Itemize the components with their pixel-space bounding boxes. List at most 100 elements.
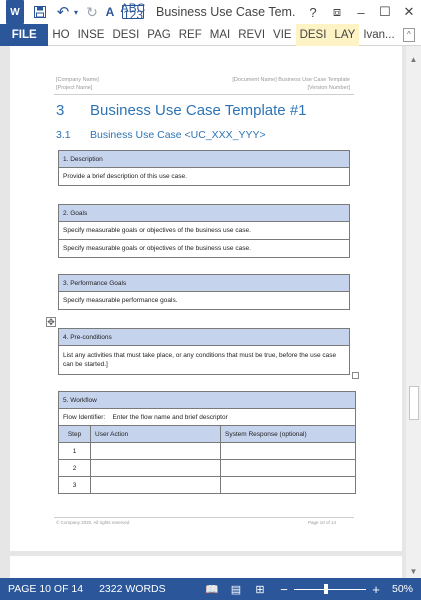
vertical-scrollbar[interactable]: ▲ ▼ [406,46,421,578]
goals-header: 2. Goals [58,204,350,222]
workflow-header: 5. Workflow [58,391,356,409]
description-table: 1. Description Provide a brief descripti… [58,150,350,186]
user-action-cell[interactable] [90,442,221,460]
title-bar: W ↶ ▾ ↻ A ABC 123 Business Use Case Tem.… [0,0,421,24]
undo-icon[interactable]: ↶ [54,0,72,24]
tab-references[interactable]: REF [175,24,206,46]
tab-home[interactable]: HO [48,24,73,46]
performance-goals-header: 3. Performance Goals [58,274,350,292]
system-response-cell[interactable] [220,476,356,494]
print-layout-icon[interactable]: ▤ [224,583,248,596]
column-step: Step [58,425,91,443]
save-icon[interactable] [32,0,48,24]
footer-page-number: Page 10 of 14 [308,520,337,525]
table-resize-handle-icon[interactable] [352,372,359,379]
goals-table: 2. Goals Specify measurable goals or obj… [58,204,350,258]
goal-item[interactable]: Specify measurable goals or objectives o… [58,239,350,258]
column-user-action: User Action [90,425,221,443]
zoom-in-icon[interactable]: + [370,582,382,597]
collapse-ribbon-button[interactable]: ^ [402,27,415,42]
minimize-button[interactable]: – [349,5,373,20]
maximize-button[interactable]: ☐ [373,4,397,20]
table-row: 1 [58,442,356,460]
header-project-name: [Project Name] [56,85,93,91]
tab-design[interactable]: DESI [108,24,143,46]
scrollbar-thumb[interactable] [409,386,419,420]
system-response-cell[interactable] [220,459,356,477]
ribbon-display-button[interactable]: ⧈ [325,4,349,20]
scroll-down-icon[interactable]: ▼ [406,564,421,578]
header-divider [54,94,354,95]
window-title: Business Use Case Tem... [156,5,296,19]
preconditions-text[interactable]: List any activities that must take place… [58,345,350,375]
tab-table-layout[interactable]: LAY [330,23,360,46]
web-layout-icon[interactable]: ⊞ [248,583,272,596]
header-version: [Version Number] [307,85,351,91]
description-text[interactable]: Provide a brief description of this use … [58,167,350,186]
page-count[interactable]: PAGE 10 OF 14 [0,583,91,595]
heading-2-number: 3.1 [56,129,71,141]
document-page[interactable]: [Company Name] [Project Name] [Document … [10,46,402,551]
tab-insert[interactable]: INSE [74,24,109,46]
zoom-out-icon[interactable]: − [278,582,290,597]
header-company-name: [Company Name] [56,77,99,83]
quick-access-toolbar: W ↶ ▾ ↻ A ABC 123 [0,0,146,24]
goal-item[interactable]: Specify measurable goals or objectives o… [58,221,350,240]
tab-view[interactable]: VIE [269,24,296,46]
flow-identifier-row[interactable]: Flow Identifier: Enter the flow name and… [58,408,356,426]
scroll-up-icon[interactable]: ▲ [406,52,421,66]
page-header-right: [Document Name] Business Use Case Templa… [232,76,350,92]
workflow-table: 5. Workflow Flow Identifier: Enter the f… [58,391,356,494]
undo-dropdown-icon[interactable]: ▾ [72,0,80,24]
zoom-slider[interactable]: − + [278,582,382,597]
heading-2: 3.1 Business Use Case <UC_XXX_YYY> [56,129,266,141]
close-button[interactable]: ✕ [397,4,421,20]
performance-goals-table: 3. Performance Goals Specify measurable … [58,274,350,310]
help-button[interactable]: ? [301,5,325,20]
user-action-cell[interactable] [90,459,221,477]
spelling-icon-bottom: 123 [122,8,144,22]
step-number: 2 [58,459,91,477]
flow-identifier-label: Flow Identifier: [63,413,106,421]
tab-mailings[interactable]: MAI [206,24,234,46]
document-area: [Company Name] [Project Name] [Document … [0,46,421,578]
word-app-icon[interactable]: W [6,0,24,24]
font-color-icon[interactable]: A [102,0,118,24]
step-number: 3 [58,476,91,494]
heading-1: 3 Business Use Case Template #1 [56,102,307,119]
system-response-cell[interactable] [220,442,356,460]
flow-identifier-value: Enter the flow name and brief descriptor [112,413,228,421]
zoom-knob[interactable] [323,583,328,594]
footer-divider [54,517,354,518]
preconditions-header: 4. Pre-conditions [58,328,350,346]
table-move-handle-icon[interactable]: ✥ [46,317,56,327]
header-document-name: [Document Name] Business Use Case Templa… [232,77,350,83]
heading-1-text: Business Use Case Template #1 [90,102,307,119]
user-account[interactable]: Ivan... [359,24,398,46]
column-system-response: System Response (optional) [220,425,356,443]
tab-review[interactable]: REVI [234,24,269,46]
user-action-cell[interactable] [90,476,221,494]
page-header-left: [Company Name] [Project Name] [56,76,99,92]
tab-page-layout[interactable]: PAG [143,24,174,46]
table-row: 3 [58,476,356,494]
next-page[interactable] [10,556,402,578]
table-row: 2 [58,459,356,477]
preconditions-table: 4. Pre-conditions List any activities th… [58,328,350,375]
word-count[interactable]: 2322 WORDS [91,583,174,595]
zoom-track[interactable] [293,583,366,594]
spelling-icon[interactable]: ABC 123 [121,2,146,22]
read-mode-icon[interactable]: 📖 [200,583,224,596]
window-controls: ? ⧈ – ☐ ✕ [301,0,421,24]
description-header: 1. Description [58,150,350,168]
step-number: 1 [58,442,91,460]
tab-file[interactable]: FILE [0,23,49,46]
view-buttons: 📖 ▤ ⊞ [200,583,272,596]
zoom-level[interactable]: 50% [392,583,413,595]
ribbon-tabs: FILE HO INSE DESI PAG REF MAI REVI VIE D… [0,23,421,46]
heading-1-number: 3 [56,102,65,119]
performance-goals-text[interactable]: Specify measurable performance goals. [58,291,350,310]
status-bar: PAGE 10 OF 14 2322 WORDS 📖 ▤ ⊞ − + 50% [0,578,421,600]
tab-table-design[interactable]: DESI [295,23,331,46]
redo-icon[interactable]: ↻ [84,0,100,24]
